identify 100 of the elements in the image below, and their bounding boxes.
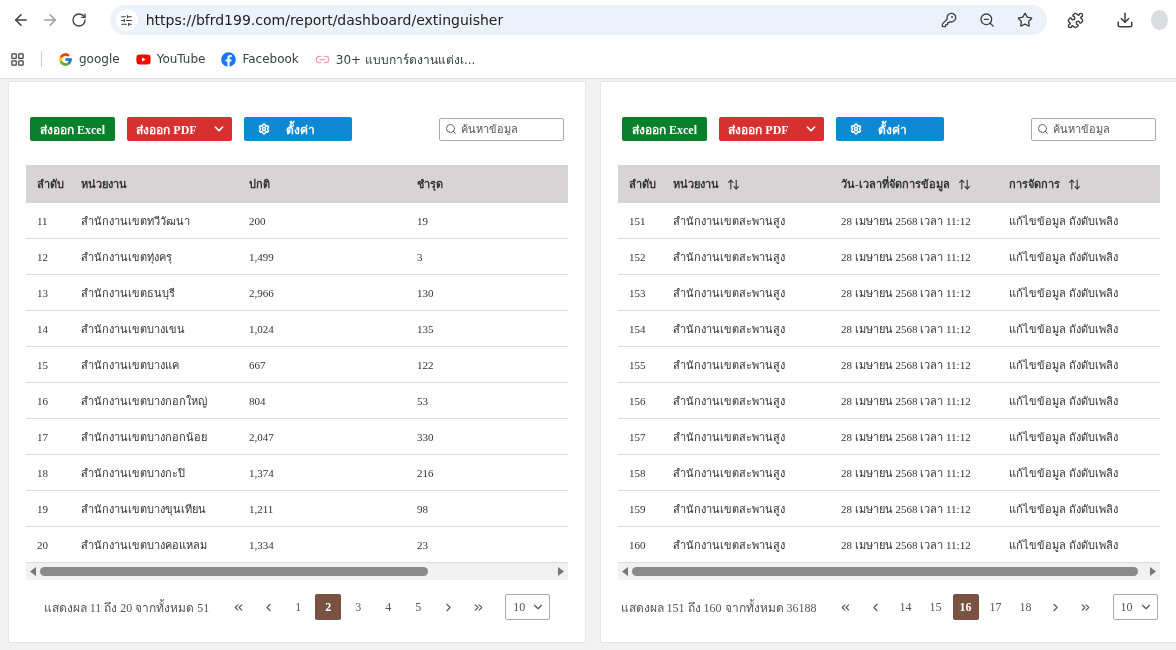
page-button[interactable]: 14 <box>892 594 919 620</box>
table-cell: 667 <box>249 346 417 383</box>
table-cell: สำนักงานเขตบางกอกใหญ่ <box>81 382 249 419</box>
sort-icon[interactable] <box>1068 177 1081 191</box>
table-cell: 11 <box>26 203 81 239</box>
table-cell: 1,499 <box>249 238 417 275</box>
url-text: https://bfrd199.com/report/dashboard/extinguisher <box>145 12 505 28</box>
table-cell: สำนักงานเขตบางกอกน้อย <box>81 418 249 455</box>
table-cell: สำนักงานเขตสะพานสูง <box>673 454 841 491</box>
scrollbar-thumb[interactable] <box>632 567 1138 576</box>
page-button[interactable]: 4 <box>375 594 402 620</box>
scrollbar-thumb[interactable] <box>40 567 428 576</box>
table-cell: 1,374 <box>249 454 417 491</box>
table-cell: 2,047 <box>249 418 417 455</box>
site-settings-button[interactable] <box>115 9 138 31</box>
column-header[interactable]: หน่วยงาน <box>673 165 841 203</box>
bookmark-link[interactable]: YouTube <box>135 51 206 67</box>
table-cell: 1,334 <box>249 526 417 563</box>
page-button[interactable]: 1 <box>285 594 312 620</box>
column-header: ชำรุด <box>417 165 568 203</box>
page-button[interactable]: 17 <box>982 594 1009 620</box>
table-cell: 1,211 <box>249 490 417 527</box>
puzzle-icon <box>1066 11 1084 29</box>
scroll-right-icon[interactable] <box>558 567 564 576</box>
settings-button[interactable]: ตั้งค่า <box>244 117 352 141</box>
search-icon <box>1037 123 1049 135</box>
horizontal-scrollbar[interactable] <box>618 563 1160 580</box>
table-cell: แก้ไขข้อมูล ถังดับเพลิง <box>1009 490 1160 527</box>
table-cell: 160 <box>618 526 673 563</box>
search-field[interactable]: ค้นหาข้อมูล <box>439 117 564 141</box>
key-icon[interactable] <box>940 12 957 28</box>
export-excel-button[interactable]: ส่งออก Excel <box>30 117 115 141</box>
table-cell: แก้ไขข้อมูล ถังดับเพลิง <box>1009 418 1160 455</box>
table-cell: 28 เมษายน 2568 เวลา 11:12 <box>841 454 1009 491</box>
bookmark-link[interactable]: Facebook <box>221 51 299 67</box>
table-cell: สำนักงานเขตบางคอแหลม <box>81 526 249 563</box>
table-cell: สำนักงานเขตสะพานสูง <box>673 203 841 239</box>
settings-button[interactable]: ตั้งค่า <box>836 117 944 141</box>
table-cell: สำนักงานเขตทุ่งครุ <box>81 238 249 275</box>
scroll-right-icon[interactable] <box>1150 567 1156 576</box>
bookmark-icon <box>58 51 73 67</box>
sort-icon[interactable] <box>727 177 740 191</box>
page-button[interactable]: 18 <box>1012 594 1039 620</box>
scroll-left-icon[interactable] <box>30 567 36 576</box>
column-header: ปกติ <box>249 165 417 203</box>
bookmark-star-icon[interactable] <box>1016 12 1033 28</box>
apps-grid-icon[interactable] <box>10 51 25 67</box>
page-button[interactable]: 15 <box>922 594 949 620</box>
table-cell: 28 เมษายน 2568 เวลา 11:12 <box>841 490 1009 527</box>
table-cell: 28 เมษายน 2568 เวลา 11:12 <box>841 382 1009 419</box>
export-pdf-button[interactable]: ส่งออก PDF <box>127 117 232 141</box>
export-excel-button[interactable]: ส่งออก Excel <box>622 117 707 141</box>
results-summary: แสดงผล 151 ถึง 160 จากทั้งหมด 36188 <box>620 598 817 617</box>
address-bar[interactable]: https://bfrd199.com/report/dashboard/extinguisher <box>109 5 1047 35</box>
table-cell: สำนักงานเขตบางขุนเทียน <box>81 490 249 527</box>
table-cell: แก้ไขข้อมูล ถังดับเพลิง <box>1009 238 1160 275</box>
table-cell: 156 <box>618 382 673 419</box>
zoom-out-icon[interactable] <box>978 12 995 28</box>
table-cell: 19 <box>26 490 81 527</box>
column-header: ลำดับ <box>26 165 81 203</box>
gear-icon <box>850 123 862 135</box>
horizontal-scrollbar[interactable] <box>26 563 568 580</box>
column-label: วัน-เวลาที่จัดการข้อมูล <box>841 175 950 193</box>
table-cell: แก้ไขข้อมูล ถังดับเพลิง <box>1009 274 1160 311</box>
results-summary: แสดงผล 11 ถึง 20 จากทั้งหมด 51 <box>43 598 210 617</box>
table-cell: สำนักงานเขตธนบุรี <box>81 274 249 311</box>
search-field[interactable]: ค้นหาข้อมูล <box>1031 117 1156 141</box>
table-cell: สำนักงานเขตสะพานสูง <box>673 490 841 527</box>
table-cell: 200 <box>249 203 417 239</box>
table-cell: 28 เมษายน 2568 เวลา 11:12 <box>841 418 1009 455</box>
table-cell: 804 <box>249 382 417 419</box>
page-button[interactable]: 2 <box>315 594 342 620</box>
scroll-left-icon[interactable] <box>622 567 628 576</box>
sort-icon[interactable] <box>957 177 971 191</box>
table-cell: 18 <box>26 454 81 491</box>
table-cell: 151 <box>618 203 673 239</box>
table-cell: สำนักงานเขตบางกะปิ <box>81 454 249 491</box>
column-header[interactable]: การจัดการ <box>1009 165 1160 203</box>
page-button[interactable]: 16 <box>952 594 979 620</box>
table-cell: 28 เมษายน 2568 เวลา 11:12 <box>841 274 1009 311</box>
column-header[interactable]: วัน-เวลาที่จัดการข้อมูล <box>841 165 1009 203</box>
export-pdf-button[interactable]: ส่งออก PDF <box>719 117 824 141</box>
page-size-select[interactable]: 10 <box>1112 594 1158 620</box>
table-cell: สำนักงานเขตทวีวัฒนา <box>81 203 249 239</box>
bookmark-link[interactable]: google <box>58 51 120 67</box>
table-cell: สำนักงานเขตสะพานสูง <box>673 382 841 419</box>
table-cell: 12 <box>26 238 81 275</box>
table-cell: แก้ไขข้อมูล ถังดับเพลิง <box>1009 454 1160 491</box>
table-cell: 14 <box>26 310 81 347</box>
table-cell: สำนักงานเขตบางแค <box>81 346 249 383</box>
page-button[interactable]: 3 <box>345 594 372 620</box>
table-cell: 152 <box>618 238 673 275</box>
table-cell: สำนักงานเขตสะพานสูง <box>673 310 841 347</box>
table-cell: สำนักงานเขตบางเขน <box>81 310 249 347</box>
table-cell: สำนักงานเขตสะพานสูง <box>673 346 841 383</box>
sliders-icon <box>120 13 134 27</box>
table-cell: 153 <box>618 274 673 311</box>
bookmark-link[interactable]: 30+ แบบการ์ดงานแต่งเ... <box>314 49 476 69</box>
page-size-select[interactable]: 10 <box>505 594 551 620</box>
page-button[interactable]: 5 <box>405 594 432 620</box>
